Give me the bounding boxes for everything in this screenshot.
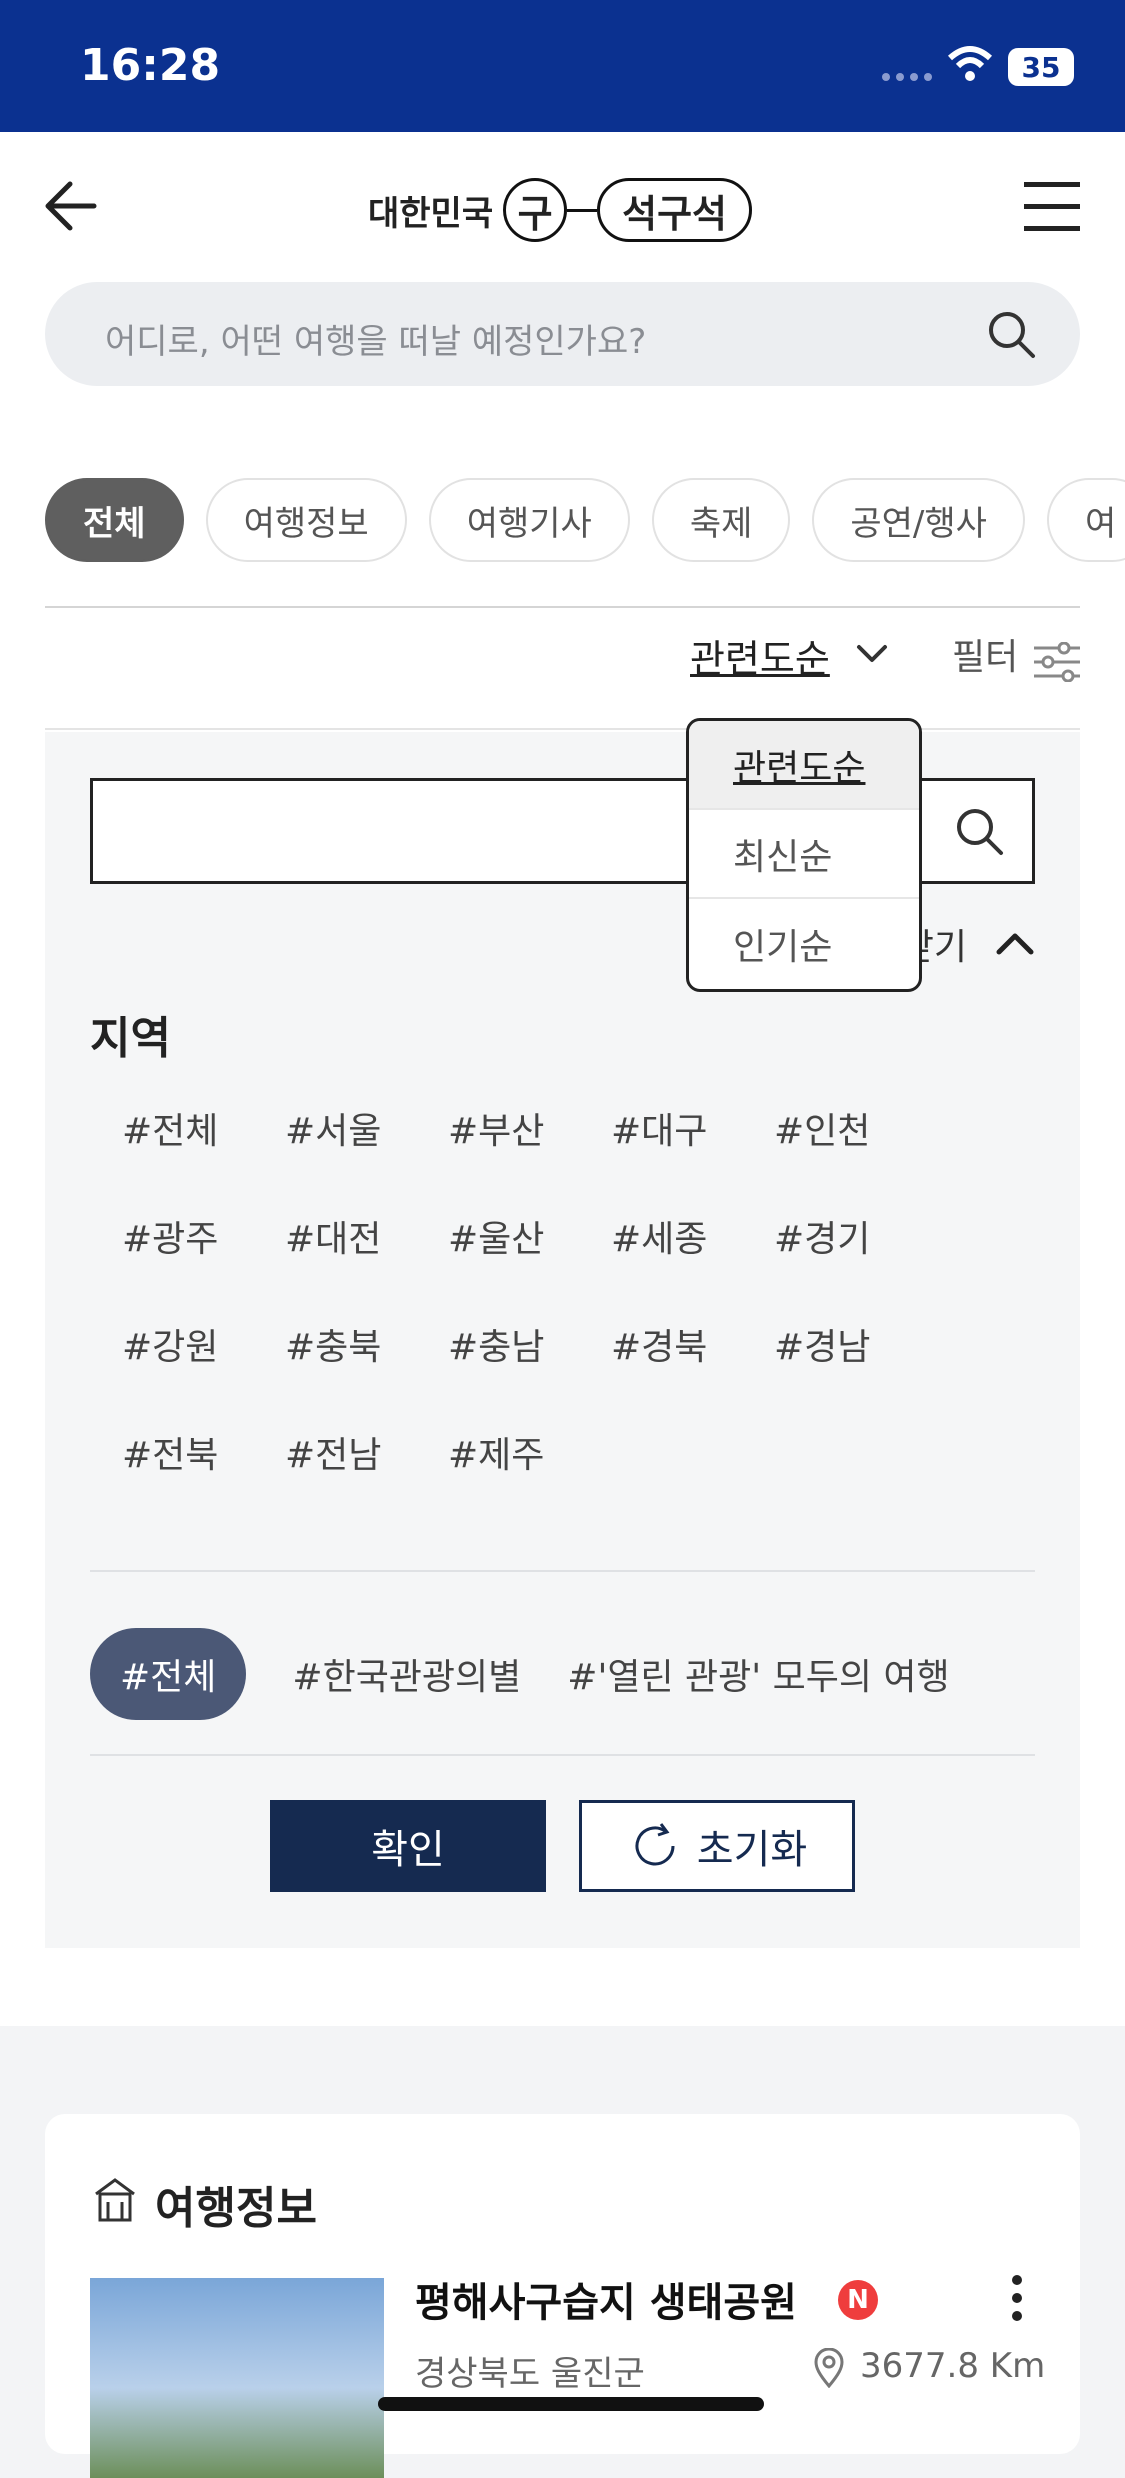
map-pin-icon bbox=[814, 2348, 844, 2388]
home-indicator bbox=[378, 2397, 764, 2411]
tab-performance[interactable]: 공연/행사 bbox=[812, 478, 1025, 562]
signal-icon bbox=[882, 73, 932, 81]
status-time: 16:28 bbox=[80, 40, 221, 91]
region-tag[interactable]: #충남 bbox=[416, 1318, 579, 1370]
theme-tag-open-tourism[interactable]: #'열린 관광' 모두의 여행 bbox=[567, 1628, 949, 1720]
battery-icon: 35 bbox=[1008, 48, 1074, 86]
logo-connector bbox=[567, 208, 598, 212]
region-tag[interactable]: #인천 bbox=[742, 1102, 905, 1154]
region-title: 지역 bbox=[90, 1013, 171, 1064]
menu-icon[interactable] bbox=[1024, 180, 1080, 232]
region-tag[interactable]: #제주 bbox=[416, 1426, 579, 1478]
new-badge: N bbox=[838, 2280, 878, 2320]
chevron-up-icon[interactable] bbox=[995, 930, 1035, 956]
search-icon[interactable] bbox=[955, 807, 1005, 857]
filter-sliders-icon[interactable] bbox=[1034, 642, 1080, 682]
region-tag[interactable]: #광주 bbox=[90, 1210, 253, 1262]
reset-label: 초기화 bbox=[696, 1828, 808, 1872]
refresh-icon bbox=[635, 1823, 675, 1866]
sort-option-latest[interactable]: 최신순 bbox=[689, 810, 919, 899]
reset-button[interactable]: 초기화 bbox=[579, 1800, 855, 1892]
panel-divider-bottom bbox=[90, 1754, 1035, 1756]
search-placeholder: 어디로, 어떤 여행을 떠날 예정인가요? bbox=[105, 322, 647, 362]
confirm-button[interactable]: 확인 bbox=[270, 1800, 546, 1892]
item-title[interactable]: 평해사구습지 생태공원 bbox=[415, 2270, 797, 2328]
search-bar[interactable]: 어디로, 어떤 여행을 떠날 예정인가요? bbox=[45, 282, 1080, 386]
battery-level: 35 bbox=[1021, 50, 1061, 84]
region-tag[interactable]: #세종 bbox=[579, 1210, 742, 1262]
travel-info-icon bbox=[95, 2178, 135, 2222]
wifi-icon bbox=[947, 46, 993, 81]
logo-circle-char: 구 bbox=[503, 178, 568, 242]
region-tag[interactable]: #전남 bbox=[253, 1426, 416, 1478]
region-tag[interactable]: #서울 bbox=[253, 1102, 416, 1154]
theme-tag-all[interactable]: #전체 bbox=[90, 1628, 247, 1720]
region-tag[interactable]: #대구 bbox=[579, 1102, 742, 1154]
back-arrow-icon[interactable] bbox=[42, 178, 98, 234]
tabs-divider bbox=[45, 606, 1080, 608]
region-tag[interactable]: #부산 bbox=[416, 1102, 579, 1154]
logo-suffix: 석구석 bbox=[597, 178, 753, 242]
region-tag[interactable]: #강원 bbox=[90, 1318, 253, 1370]
main-content: 전체 여행정보 여행기사 축제 공연/행사 여 관련도순 필터 닫기 지역 #전… bbox=[0, 432, 1125, 2026]
tab-festival[interactable]: 축제 bbox=[651, 478, 791, 562]
collapse-label[interactable]: 닫기 bbox=[915, 918, 967, 970]
more-vertical-icon[interactable] bbox=[1009, 2274, 1025, 2322]
region-tag[interactable]: #경기 bbox=[742, 1210, 905, 1262]
filter-panel: 닫기 지역 #전체 #서울 #부산 #대구 #인천 #광주 #대전 #울산 #세… bbox=[45, 732, 1080, 1948]
search-icon[interactable] bbox=[987, 310, 1037, 360]
sort-selector[interactable]: 관련도순 bbox=[690, 628, 830, 683]
filter-label[interactable]: 필터 bbox=[952, 628, 1018, 680]
item-thumbnail[interactable] bbox=[90, 2278, 384, 2478]
item-distance: 3677.8 Km bbox=[860, 2346, 1046, 2386]
tab-travel-articles[interactable]: 여행기사 bbox=[428, 478, 630, 562]
region-tag[interactable]: #울산 bbox=[416, 1210, 579, 1262]
item-location: 경상북도 울진군 bbox=[415, 2354, 645, 2394]
section-title: 여행정보 bbox=[155, 2183, 317, 2234]
panel-divider bbox=[90, 1570, 1035, 1572]
region-tag[interactable]: #경북 bbox=[579, 1318, 742, 1370]
region-tag[interactable]: #대전 bbox=[253, 1210, 416, 1262]
region-tag-grid: #전체 #서울 #부산 #대구 #인천 #광주 #대전 #울산 #세종 #경기 … bbox=[90, 1102, 1035, 1478]
tab-more[interactable]: 여 bbox=[1046, 478, 1125, 562]
region-tag[interactable]: #충북 bbox=[253, 1318, 416, 1370]
header: 대한민국 구 석구석 어디로, 어떤 여행을 떠날 예정인가요? bbox=[0, 132, 1125, 432]
sort-divider bbox=[45, 728, 1080, 730]
sort-option-relevance[interactable]: 관련도순 bbox=[689, 721, 919, 810]
sort-option-popular[interactable]: 인기순 bbox=[689, 899, 919, 988]
theme-tag-korea-star[interactable]: #한국관광의별 bbox=[292, 1628, 521, 1720]
category-tabs: 전체 여행정보 여행기사 축제 공연/행사 여 bbox=[45, 478, 1125, 562]
confirm-label: 확인 bbox=[371, 1828, 445, 1872]
region-tag[interactable]: #전북 bbox=[90, 1426, 253, 1478]
region-tag[interactable]: #경남 bbox=[742, 1318, 905, 1370]
site-logo[interactable]: 대한민국 구 석구석 bbox=[368, 174, 753, 246]
status-bar: 16:28 35 bbox=[0, 0, 1125, 132]
chevron-down-icon[interactable] bbox=[856, 644, 888, 664]
tab-all[interactable]: 전체 bbox=[45, 478, 184, 562]
region-tag[interactable]: #전체 bbox=[90, 1102, 253, 1154]
sort-dropdown: 관련도순 최신순 인기순 bbox=[686, 718, 922, 992]
logo-prefix: 대한민국 bbox=[368, 193, 494, 234]
tab-travel-info[interactable]: 여행정보 bbox=[205, 478, 407, 562]
theme-tag-row: #전체 #한국관광의별 #'열린 관광' 모두의 여행 bbox=[90, 1628, 950, 1720]
